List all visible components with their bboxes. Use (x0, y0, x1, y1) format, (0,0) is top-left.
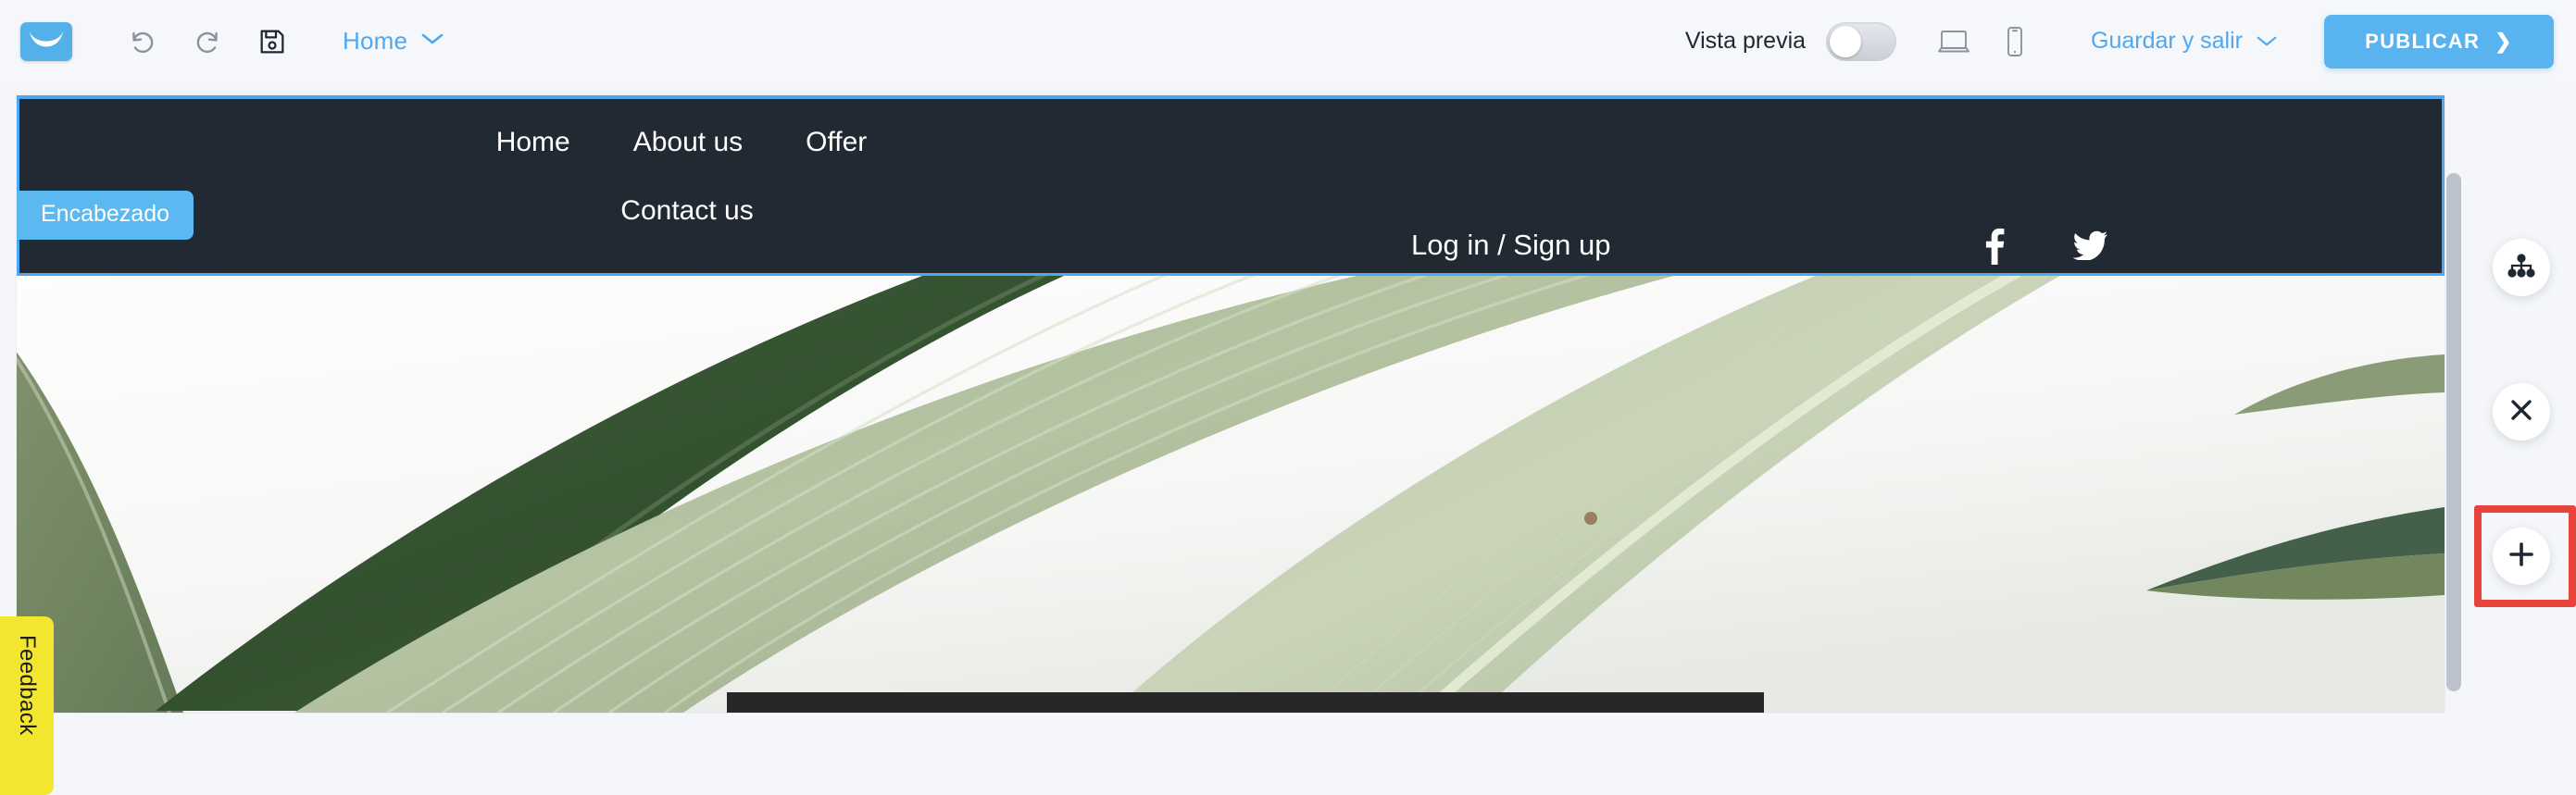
chevron-down-icon (420, 31, 444, 51)
save-and-exit-label: Guardar y salir (2091, 28, 2243, 54)
toolbar-left-group: Home (0, 16, 444, 68)
sitemap-icon (2507, 253, 2535, 282)
nav-item-contact-us[interactable]: Contact us (589, 184, 784, 238)
section-badge-encabezado[interactable]: Encabezado (17, 191, 194, 240)
publish-button-label: PUBLICAR (2365, 29, 2481, 53)
redo-icon[interactable] (181, 16, 233, 68)
feedback-tab[interactable]: Feedback (0, 616, 54, 795)
right-rail (2467, 165, 2576, 795)
page-selector[interactable]: Home (343, 27, 444, 56)
social-links (1982, 225, 2108, 266)
canvas-scrollbar[interactable] (2446, 173, 2461, 691)
site-nav-row-primary: Home About us Offer (465, 116, 899, 169)
page-selector-label: Home (343, 27, 408, 55)
getresponse-logo[interactable] (20, 21, 72, 61)
login-signup-link[interactable]: Log in / Sign up (1411, 229, 1610, 262)
desktop-view-icon[interactable] (1926, 16, 1982, 68)
save-icon[interactable] (246, 16, 298, 68)
toolbar-right-group: Vista previa Guardar y salir PUBLICAR ❯ (1684, 14, 2576, 68)
editor-body: Home About us Offer Contact us Log in / … (0, 82, 2576, 795)
mobile-view-icon[interactable] (1987, 16, 2043, 68)
preview-label: Vista previa (1684, 28, 1807, 54)
sitemap-button[interactable] (2493, 239, 2550, 296)
publish-button[interactable]: PUBLICAR ❯ (2324, 14, 2554, 68)
twitter-icon[interactable] (2073, 230, 2108, 260)
canvas-scrollbar-thumb[interactable] (2446, 173, 2461, 691)
preview-toggle[interactable] (1826, 21, 1897, 61)
hero-image[interactable] (17, 276, 2445, 713)
plus-icon (2507, 540, 2535, 573)
nav-item-offer[interactable]: Offer (774, 116, 898, 169)
nav-item-home[interactable]: Home (465, 116, 602, 169)
preview-toggle-knob (1830, 25, 1862, 57)
site-canvas[interactable]: Home About us Offer Contact us Log in / … (17, 95, 2445, 713)
site-nav: Home About us Offer Contact us (19, 116, 1344, 238)
hero-content-block[interactable] (727, 692, 1764, 713)
close-icon (2508, 397, 2534, 428)
add-section-button[interactable] (2493, 528, 2550, 585)
site-nav-row-secondary: Contact us (19, 184, 1344, 238)
undo-icon[interactable] (117, 16, 169, 68)
facebook-icon[interactable] (1982, 225, 2007, 266)
site-header-section[interactable]: Home About us Offer Contact us Log in / … (17, 95, 2445, 276)
chevron-right-icon: ❯ (2495, 29, 2513, 53)
feedback-tab-label: Feedback (15, 635, 40, 736)
editor-toolbar: Home Vista previa Guardar y salir PUBLIC… (0, 0, 2576, 82)
save-and-exit-button[interactable]: Guardar y salir (2091, 28, 2278, 55)
close-button[interactable] (2493, 383, 2550, 441)
nav-item-about-us[interactable]: About us (602, 116, 774, 169)
chevron-down-icon (2256, 28, 2278, 55)
